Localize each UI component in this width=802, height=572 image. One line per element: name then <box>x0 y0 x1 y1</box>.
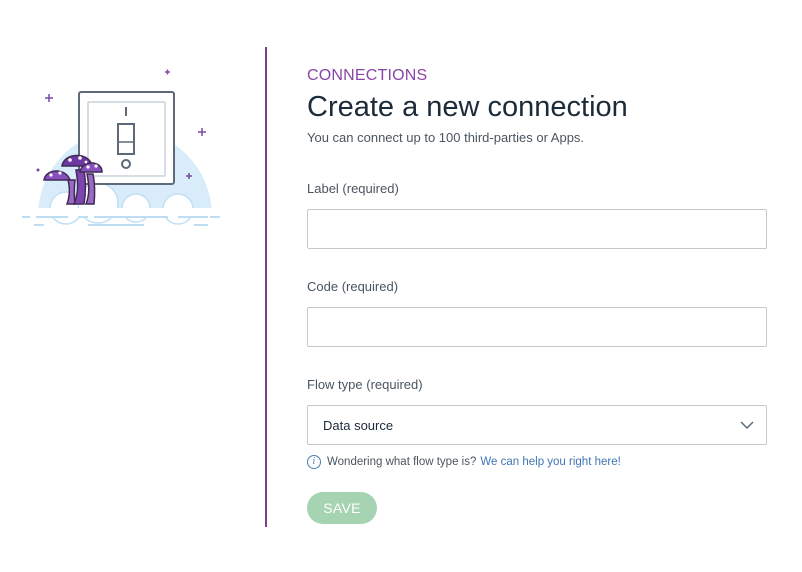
create-connection-form: CONNECTIONS Create a new connection You … <box>307 66 767 524</box>
info-icon: i <box>307 455 321 469</box>
flow-type-select[interactable]: Data source <box>307 405 767 445</box>
section-eyebrow: CONNECTIONS <box>307 67 428 84</box>
label-field-label: Label (required) <box>307 181 399 196</box>
page-title: Create a new connection <box>307 91 628 123</box>
light-switch-illustration <box>18 62 228 234</box>
help-text: Wondering what flow type is? <box>327 456 477 468</box>
code-input[interactable] <box>307 307 767 347</box>
page-subtitle: You can connect up to 100 third-parties … <box>307 130 585 145</box>
label-input[interactable] <box>307 209 767 249</box>
chevron-down-icon <box>740 421 754 430</box>
code-field-label: Code (required) <box>307 279 399 294</box>
flow-type-selected-value: Data source <box>323 418 394 433</box>
vertical-divider <box>265 47 267 527</box>
save-button[interactable]: SAVE <box>307 492 377 524</box>
help-link[interactable]: We can help you right here! <box>480 456 620 468</box>
flow-type-label: Flow type (required) <box>307 377 423 392</box>
flow-type-help: i Wondering what flow type is? We can he… <box>307 454 767 470</box>
